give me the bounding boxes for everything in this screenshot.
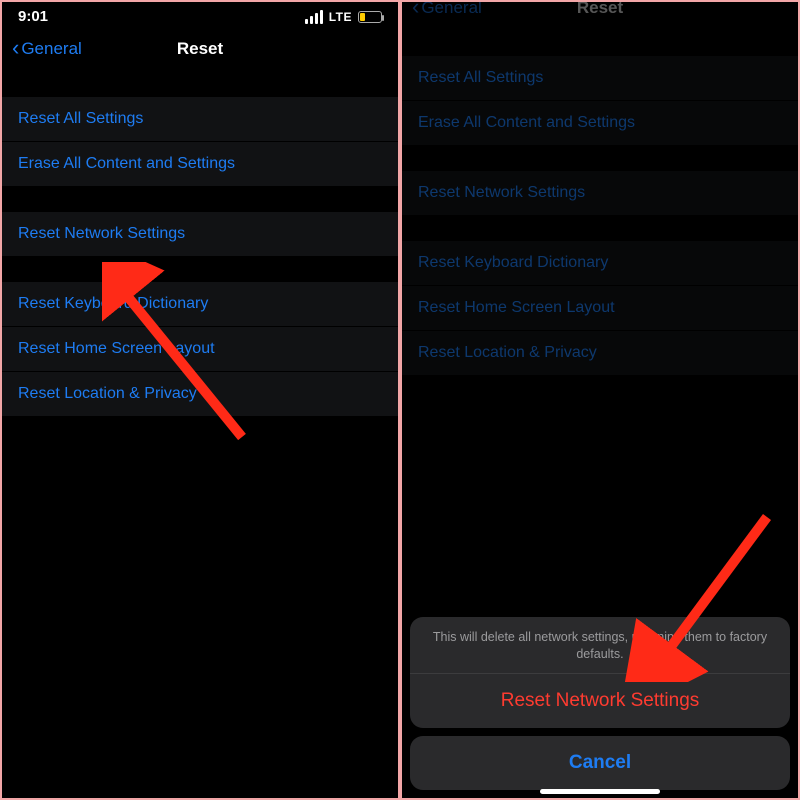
cancel-button[interactable]: Cancel	[410, 736, 790, 790]
action-sheet-message: This will delete all network settings, r…	[410, 617, 790, 673]
cell-reset-all-settings[interactable]: Reset All Settings	[402, 56, 798, 101]
page-title: Reset	[2, 39, 398, 59]
settings-group: Reset Network Settings	[2, 212, 398, 256]
settings-group: Reset All Settings Erase All Content and…	[2, 97, 398, 186]
status-bar: 9:01 LTE	[2, 2, 398, 27]
page-title: Reset	[402, 0, 798, 18]
battery-icon	[358, 11, 382, 23]
screenshot-right: ‹ General Reset Reset All Settings Erase…	[400, 0, 800, 800]
cell-erase-all-content[interactable]: Erase All Content and Settings	[402, 101, 798, 145]
cell-reset-home-screen-layout[interactable]: Reset Home Screen Layout	[2, 327, 398, 372]
cell-reset-location-privacy[interactable]: Reset Location & Privacy	[2, 372, 398, 416]
cell-reset-home-screen-layout[interactable]: Reset Home Screen Layout	[402, 286, 798, 331]
status-time: 9:01	[18, 8, 48, 25]
cell-reset-keyboard-dictionary[interactable]: Reset Keyboard Dictionary	[402, 241, 798, 286]
cell-reset-all-settings[interactable]: Reset All Settings	[2, 97, 398, 142]
settings-group: Reset Keyboard Dictionary Reset Home Scr…	[2, 282, 398, 416]
cell-reset-network-settings[interactable]: Reset Network Settings	[402, 171, 798, 215]
action-sheet-block: This will delete all network settings, r…	[410, 617, 790, 728]
cell-reset-network-settings[interactable]: Reset Network Settings	[2, 212, 398, 256]
screenshot-left: 9:01 LTE ‹ General Reset Reset All Setti…	[0, 0, 400, 800]
reset-network-settings-confirm-button[interactable]: Reset Network Settings	[410, 673, 790, 728]
signal-icon	[305, 10, 323, 24]
network-indicator: LTE	[329, 10, 352, 24]
home-indicator[interactable]	[540, 789, 660, 794]
cell-reset-keyboard-dictionary[interactable]: Reset Keyboard Dictionary	[2, 282, 398, 327]
settings-group: Reset All Settings Erase All Content and…	[402, 56, 798, 145]
nav-bar: ‹ General Reset	[2, 27, 398, 71]
settings-group: Reset Network Settings	[402, 171, 798, 215]
settings-group: Reset Keyboard Dictionary Reset Home Scr…	[402, 241, 798, 375]
cell-erase-all-content[interactable]: Erase All Content and Settings	[2, 142, 398, 186]
cell-reset-location-privacy[interactable]: Reset Location & Privacy	[402, 331, 798, 375]
nav-bar: ‹ General Reset	[402, 0, 798, 30]
action-sheet: This will delete all network settings, r…	[410, 617, 790, 790]
